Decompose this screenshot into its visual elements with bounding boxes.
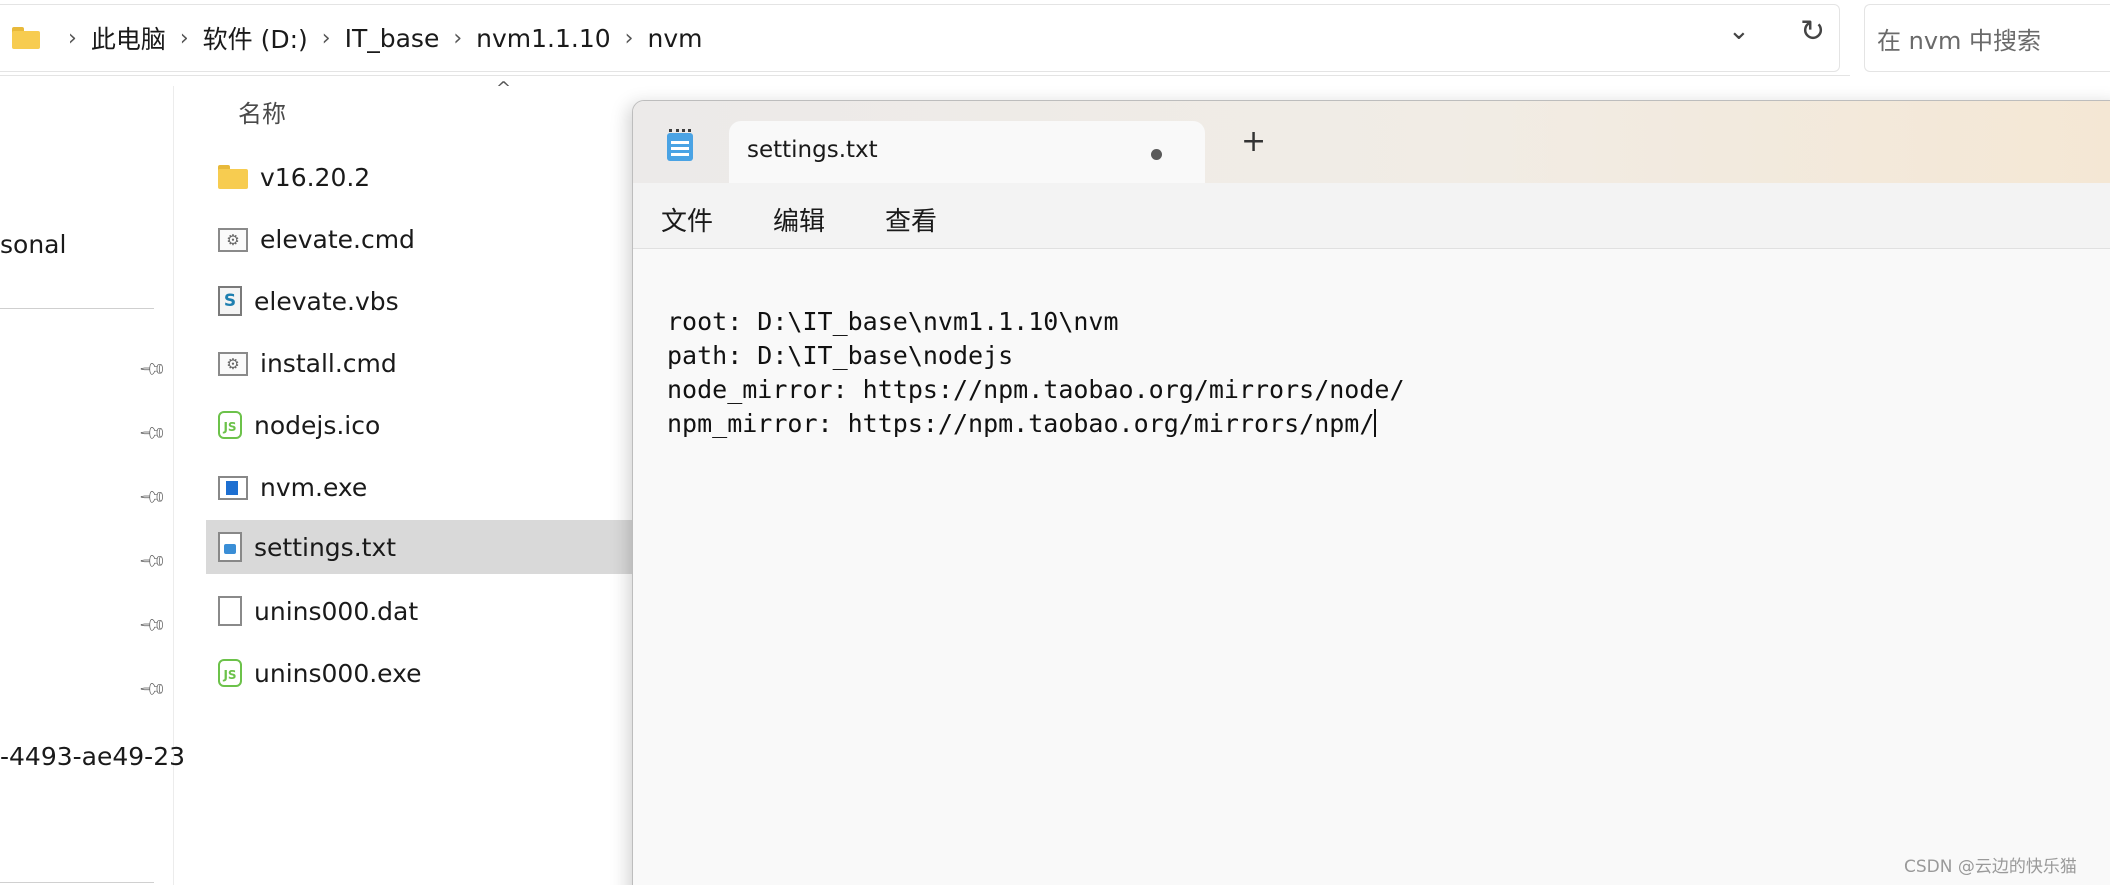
pin-icon: 📌︎ xyxy=(137,609,169,641)
notepad-title-bar[interactable]: settings.txt + xyxy=(633,101,2110,183)
nav-item-guid[interactable]: -4493-ae49-23 xyxy=(0,742,185,771)
chevron-right-icon[interactable]: › xyxy=(322,26,331,51)
file-name: unins000.dat xyxy=(254,596,419,626)
text-file-icon xyxy=(218,532,242,562)
notepad-window: settings.txt + 文件 编辑 查看 root: D:\IT_base… xyxy=(632,100,2110,885)
editor-line: path: D:\IT_base\nodejs xyxy=(667,341,1014,370)
editor-line-last: npm_mirror: https://npm.taobao.org/mirro… xyxy=(667,409,1377,438)
address-history-chevron-down-icon[interactable]: ⌄ xyxy=(1728,16,1750,46)
breadcrumb-it-base[interactable]: IT_base xyxy=(345,24,440,53)
file-row-elevate-vbs[interactable]: S elevate.vbs xyxy=(206,274,666,328)
file-row-v16-folder[interactable]: v16.20.2 xyxy=(206,150,666,204)
notepad-app-icon xyxy=(667,129,693,161)
menu-file[interactable]: 文件 xyxy=(661,201,713,238)
text-editor[interactable]: root: D:\IT_base\nvm1.1.10\nvm path: D:\… xyxy=(633,249,2110,885)
nav-divider xyxy=(0,308,154,309)
blank-file-icon xyxy=(218,596,242,626)
watermark: CSDN @云边的快乐猫 xyxy=(1904,857,2077,877)
editor-line: npm_mirror: https://npm.taobao.org/mirro… xyxy=(667,409,1375,438)
tab-settings-txt[interactable]: settings.txt xyxy=(729,121,1205,183)
file-row-unins000-dat[interactable]: unins000.dat xyxy=(206,584,666,638)
notepad-menu-bar: 文件 编辑 查看 xyxy=(633,183,2110,249)
file-name: unins000.exe xyxy=(254,658,422,688)
chevron-right-icon[interactable]: › xyxy=(453,26,462,51)
chevron-right-icon[interactable]: › xyxy=(68,26,77,51)
pin-icon: 📌︎ xyxy=(137,545,169,577)
editor-line: node_mirror: https://npm.taobao.org/mirr… xyxy=(667,375,1405,404)
new-tab-button[interactable]: + xyxy=(1241,127,1266,157)
file-row-elevate-cmd[interactable]: ⚙ elevate.cmd xyxy=(206,212,666,266)
sort-ascending-icon: ^ xyxy=(496,78,512,99)
menu-edit[interactable]: 编辑 xyxy=(773,201,825,238)
refresh-icon[interactable]: ↻ xyxy=(1800,14,1825,49)
cmd-file-icon: ⚙ xyxy=(218,352,248,376)
file-name: v16.20.2 xyxy=(260,162,371,192)
file-row-nodejs-ico[interactable]: JS nodejs.ico xyxy=(206,398,666,452)
file-row-unins000-exe[interactable]: JS unins000.exe xyxy=(206,646,666,700)
folder-icon xyxy=(218,163,248,191)
text-caret xyxy=(1374,409,1377,437)
nodejs-icon: JS xyxy=(218,659,242,687)
file-name: install.cmd xyxy=(260,348,397,378)
breadcrumb-this-pc[interactable]: 此电脑 xyxy=(91,20,166,56)
navigation-pane: sonal 📌︎ 📌︎ 📌︎ 📌︎ 📌︎ 📌︎ -4493-ae49-23 xyxy=(0,86,185,885)
file-row-settings-txt[interactable]: settings.txt xyxy=(206,520,666,574)
file-row-nvm-exe[interactable]: nvm.exe xyxy=(206,460,666,514)
exe-file-icon xyxy=(218,476,248,500)
breadcrumb-nvm[interactable]: nvm xyxy=(647,24,702,53)
vbs-file-icon: S xyxy=(218,286,242,316)
menu-view[interactable]: 查看 xyxy=(885,201,937,238)
unsaved-indicator-icon[interactable] xyxy=(1151,149,1162,160)
folder-icon xyxy=(12,27,40,49)
editor-line: root: D:\IT_base\nvm1.1.10\nvm xyxy=(667,307,1119,336)
file-name: nvm.exe xyxy=(260,472,368,502)
file-row-install-cmd[interactable]: ⚙ install.cmd xyxy=(206,336,666,390)
search-input[interactable]: 在 nvm 中搜索 xyxy=(1864,4,2110,72)
file-name: elevate.cmd xyxy=(260,224,415,254)
column-header-name[interactable]: 名称 xyxy=(238,94,286,129)
pin-icon: 📌︎ xyxy=(137,353,169,385)
nodejs-icon: JS xyxy=(218,411,242,439)
file-name: nodejs.ico xyxy=(254,410,381,440)
tab-title: settings.txt xyxy=(747,137,878,163)
chevron-right-icon[interactable]: › xyxy=(625,26,634,51)
chevron-right-icon[interactable]: › xyxy=(180,26,189,51)
pin-icon: 📌︎ xyxy=(137,673,169,705)
desktop: › 此电脑 › 软件 (D:) › IT_base › nvm1.1.10 › … xyxy=(0,0,2110,885)
nav-divider xyxy=(0,882,154,883)
file-name: elevate.vbs xyxy=(254,286,399,316)
nav-item-personal[interactable]: sonal xyxy=(0,230,66,259)
cmd-file-icon: ⚙ xyxy=(218,228,248,252)
file-name: settings.txt xyxy=(254,532,397,562)
breadcrumb-drive-d[interactable]: 软件 (D:) xyxy=(203,20,308,56)
breadcrumb[interactable]: › 此电脑 › 软件 (D:) › IT_base › nvm1.1.10 › … xyxy=(0,4,1840,72)
pin-icon: 📌︎ xyxy=(137,481,169,513)
pin-icon: 📌︎ xyxy=(137,417,169,449)
breadcrumb-nvm-version[interactable]: nvm1.1.10 xyxy=(476,24,611,53)
explorer-address-bar: › 此电脑 › 软件 (D:) › IT_base › nvm1.1.10 › … xyxy=(0,0,1850,76)
